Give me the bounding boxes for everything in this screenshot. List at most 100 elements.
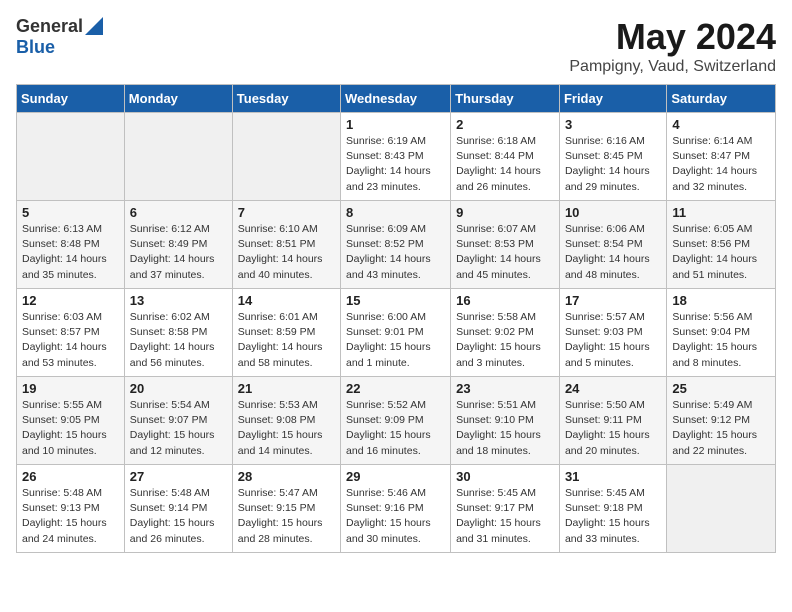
logo: General Blue	[16, 16, 103, 58]
day-number: 22	[346, 381, 445, 396]
day-info: Sunrise: 5:48 AM Sunset: 9:14 PM Dayligh…	[130, 486, 227, 547]
calendar-cell: 6Sunrise: 6:12 AM Sunset: 8:49 PM Daylig…	[124, 201, 232, 289]
calendar-cell	[124, 113, 232, 201]
day-info: Sunrise: 5:56 AM Sunset: 9:04 PM Dayligh…	[672, 310, 770, 371]
day-number: 15	[346, 293, 445, 308]
day-number: 14	[238, 293, 335, 308]
calendar-cell: 17Sunrise: 5:57 AM Sunset: 9:03 PM Dayli…	[559, 289, 666, 377]
calendar-table: SundayMondayTuesdayWednesdayThursdayFrid…	[16, 84, 776, 553]
calendar-cell: 18 Sunrise: 5:56 AM Sunset: 9:04 PM Dayli…	[667, 289, 776, 377]
page-header: General Blue May 2024 Pampigny, Vaud, Sw…	[16, 16, 776, 76]
day-info: Sunrise: 6:07 AM Sunset: 8:53 PM Dayligh…	[456, 222, 554, 283]
day-number: 9	[456, 205, 554, 220]
calendar-cell: 25Sunrise: 5:49 AM Sunset: 9:12 PM Dayli…	[667, 377, 776, 465]
day-number: 30	[456, 469, 554, 484]
day-number: 24	[565, 381, 661, 396]
day-info: Sunrise: 5:50 AM Sunset: 9:11 PM Dayligh…	[565, 398, 661, 459]
day-info: Sunrise: 5:52 AM Sunset: 9:09 PM Dayligh…	[346, 398, 445, 459]
weekday-header-thursday: Thursday	[451, 85, 560, 113]
week-row-1: 1 Sunrise: 6:19 AM Sunset: 8:43 PM Daylig…	[17, 113, 776, 201]
calendar-cell: 22 Sunrise: 5:52 AM Sunset: 9:09 PM Dayli…	[341, 377, 451, 465]
day-number: 29	[346, 469, 445, 484]
day-number: 28	[238, 469, 335, 484]
day-info: Sunrise: 6:01 AM Sunset: 8:59 PM Dayligh…	[238, 310, 335, 371]
calendar-cell: 28 Sunrise: 5:47 AM Sunset: 9:15 PM Dayli…	[232, 465, 340, 553]
day-info: Sunrise: 6:09 AM Sunset: 8:52 PM Dayligh…	[346, 222, 445, 283]
weekday-header-row: SundayMondayTuesdayWednesdayThursdayFrid…	[17, 85, 776, 113]
calendar-cell	[17, 113, 125, 201]
day-number: 17	[565, 293, 661, 308]
calendar-cell: 4 Sunrise: 6:14 AM Sunset: 8:47 PM Daylig…	[667, 113, 776, 201]
day-info: Sunrise: 6:06 AM Sunset: 8:54 PM Dayligh…	[565, 222, 661, 283]
logo-general-text: General	[16, 16, 83, 37]
calendar-cell: 27 Sunrise: 5:48 AM Sunset: 9:14 PM Dayli…	[124, 465, 232, 553]
day-number: 1	[346, 117, 445, 132]
day-info: Sunrise: 6:16 AM Sunset: 8:45 PM Dayligh…	[565, 134, 661, 195]
day-number: 18	[672, 293, 770, 308]
week-row-5: 26Sunrise: 5:48 AM Sunset: 9:13 PM Dayli…	[17, 465, 776, 553]
day-number: 11	[672, 205, 770, 220]
weekday-header-wednesday: Wednesday	[341, 85, 451, 113]
day-info: Sunrise: 6:00 AM Sunset: 9:01 PM Dayligh…	[346, 310, 445, 371]
day-number: 4	[672, 117, 770, 132]
calendar-cell: 31Sunrise: 5:45 AM Sunset: 9:18 PM Dayli…	[559, 465, 666, 553]
calendar-cell: 14 Sunrise: 6:01 AM Sunset: 8:59 PM Dayli…	[232, 289, 340, 377]
day-number: 2	[456, 117, 554, 132]
title-block: May 2024 Pampigny, Vaud, Switzerland	[569, 16, 776, 76]
weekday-header-friday: Friday	[559, 85, 666, 113]
calendar-cell: 29 Sunrise: 5:46 AM Sunset: 9:16 PM Dayli…	[341, 465, 451, 553]
calendar-cell: 24 Sunrise: 5:50 AM Sunset: 9:11 PM Dayli…	[559, 377, 666, 465]
day-info: Sunrise: 5:51 AM Sunset: 9:10 PM Dayligh…	[456, 398, 554, 459]
day-number: 12	[22, 293, 119, 308]
day-number: 19	[22, 381, 119, 396]
calendar-cell: 19Sunrise: 5:55 AM Sunset: 9:05 PM Dayli…	[17, 377, 125, 465]
day-number: 27	[130, 469, 227, 484]
day-number: 20	[130, 381, 227, 396]
week-row-4: 19Sunrise: 5:55 AM Sunset: 9:05 PM Dayli…	[17, 377, 776, 465]
day-info: Sunrise: 5:49 AM Sunset: 9:12 PM Dayligh…	[672, 398, 770, 459]
day-info: Sunrise: 5:58 AM Sunset: 9:02 PM Dayligh…	[456, 310, 554, 371]
title-location: Pampigny, Vaud, Switzerland	[569, 58, 776, 76]
weekday-header-tuesday: Tuesday	[232, 85, 340, 113]
weekday-header-sunday: Sunday	[17, 85, 125, 113]
day-info: Sunrise: 6:05 AM Sunset: 8:56 PM Dayligh…	[672, 222, 770, 283]
day-number: 23	[456, 381, 554, 396]
calendar-cell: 11 Sunrise: 6:05 AM Sunset: 8:56 PM Dayli…	[667, 201, 776, 289]
day-number: 3	[565, 117, 661, 132]
day-number: 8	[346, 205, 445, 220]
calendar-cell: 12Sunrise: 6:03 AM Sunset: 8:57 PM Dayli…	[17, 289, 125, 377]
weekday-header-monday: Monday	[124, 85, 232, 113]
day-info: Sunrise: 5:46 AM Sunset: 9:16 PM Dayligh…	[346, 486, 445, 547]
day-info: Sunrise: 5:45 AM Sunset: 9:17 PM Dayligh…	[456, 486, 554, 547]
calendar-cell: 20Sunrise: 5:54 AM Sunset: 9:07 PM Dayli…	[124, 377, 232, 465]
day-number: 5	[22, 205, 119, 220]
day-info: Sunrise: 6:14 AM Sunset: 8:47 PM Dayligh…	[672, 134, 770, 195]
day-info: Sunrise: 6:13 AM Sunset: 8:48 PM Dayligh…	[22, 222, 119, 283]
day-info: Sunrise: 6:12 AM Sunset: 8:49 PM Dayligh…	[130, 222, 227, 283]
logo-triangle-icon	[85, 17, 103, 35]
calendar-cell: 3 Sunrise: 6:16 AM Sunset: 8:45 PM Daylig…	[559, 113, 666, 201]
calendar-cell: 21 Sunrise: 5:53 AM Sunset: 9:08 PM Dayli…	[232, 377, 340, 465]
week-row-3: 12Sunrise: 6:03 AM Sunset: 8:57 PM Dayli…	[17, 289, 776, 377]
day-info: Sunrise: 6:19 AM Sunset: 8:43 PM Dayligh…	[346, 134, 445, 195]
logo-blue-text: Blue	[16, 37, 55, 58]
day-info: Sunrise: 6:02 AM Sunset: 8:58 PM Dayligh…	[130, 310, 227, 371]
calendar-cell: 5 Sunrise: 6:13 AM Sunset: 8:48 PM Daylig…	[17, 201, 125, 289]
calendar-cell: 8 Sunrise: 6:09 AM Sunset: 8:52 PM Daylig…	[341, 201, 451, 289]
day-info: Sunrise: 5:53 AM Sunset: 9:08 PM Dayligh…	[238, 398, 335, 459]
calendar-cell: 15 Sunrise: 6:00 AM Sunset: 9:01 PM Dayli…	[341, 289, 451, 377]
calendar-cell: 7Sunrise: 6:10 AM Sunset: 8:51 PM Daylig…	[232, 201, 340, 289]
weekday-header-saturday: Saturday	[667, 85, 776, 113]
week-row-2: 5 Sunrise: 6:13 AM Sunset: 8:48 PM Daylig…	[17, 201, 776, 289]
day-number: 21	[238, 381, 335, 396]
day-info: Sunrise: 5:47 AM Sunset: 9:15 PM Dayligh…	[238, 486, 335, 547]
calendar-cell: 26Sunrise: 5:48 AM Sunset: 9:13 PM Dayli…	[17, 465, 125, 553]
day-number: 26	[22, 469, 119, 484]
calendar-cell: 1 Sunrise: 6:19 AM Sunset: 8:43 PM Daylig…	[341, 113, 451, 201]
calendar-cell	[232, 113, 340, 201]
day-number: 10	[565, 205, 661, 220]
calendar-cell: 30 Sunrise: 5:45 AM Sunset: 9:17 PM Dayli…	[451, 465, 560, 553]
calendar-cell: 2Sunrise: 6:18 AM Sunset: 8:44 PM Daylig…	[451, 113, 560, 201]
calendar-cell: 9 Sunrise: 6:07 AM Sunset: 8:53 PM Daylig…	[451, 201, 560, 289]
calendar-cell: 10 Sunrise: 6:06 AM Sunset: 8:54 PM Dayli…	[559, 201, 666, 289]
